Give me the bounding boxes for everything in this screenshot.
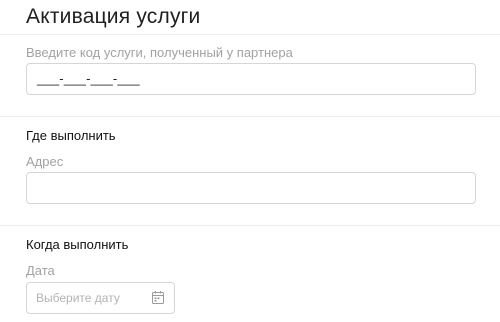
calendar-icon[interactable] [152, 291, 164, 304]
page-title: Активация услуги [26, 5, 201, 28]
address-label: Адрес [26, 154, 64, 169]
service-code-input[interactable]: ___-___-___-___ [26, 63, 476, 95]
service-code-mask: ___-___-___-___ [37, 71, 140, 86]
address-input[interactable] [26, 172, 476, 204]
divider [0, 34, 500, 35]
where-section-title: Где выполнить [26, 128, 116, 143]
date-label: Дата [26, 263, 55, 278]
date-picker-input[interactable]: Выберите дату [26, 282, 175, 314]
date-placeholder: Выберите дату [36, 291, 120, 305]
service-activation-form: Активация услуги Введите код услуги, пол… [0, 0, 500, 322]
divider [0, 225, 500, 226]
divider [0, 116, 500, 117]
when-section-title: Когда выполнить [26, 237, 129, 252]
service-code-label: Введите код услуги, полученный у партнер… [26, 45, 293, 60]
